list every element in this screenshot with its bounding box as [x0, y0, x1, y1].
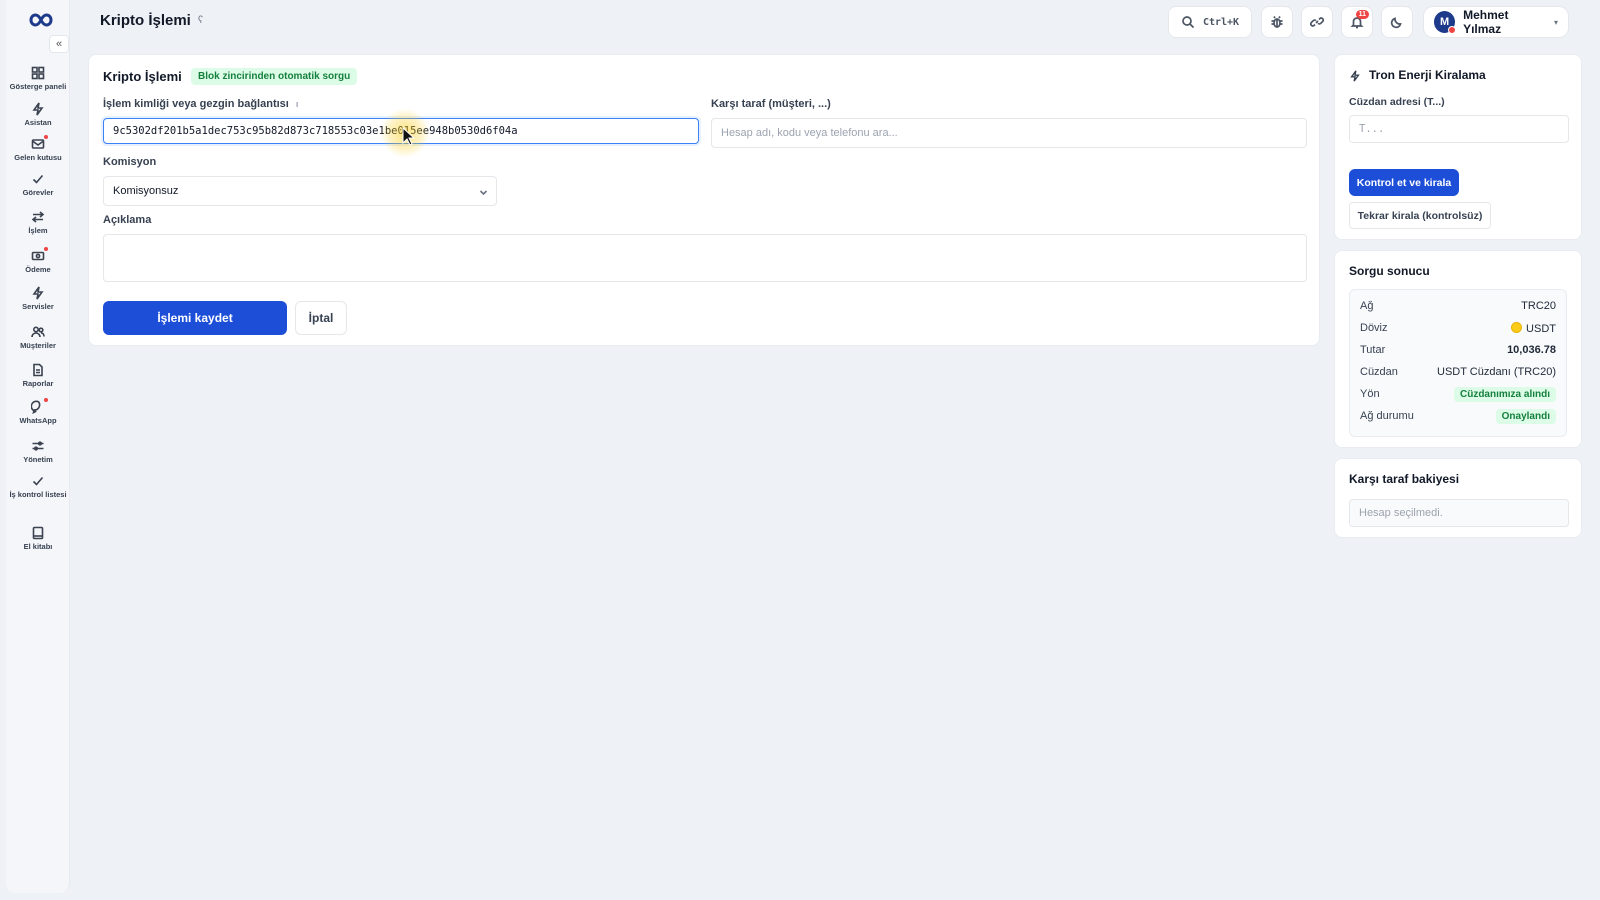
sidebar-item-label: Gelen kutusu: [14, 153, 62, 162]
bolt-icon: [31, 286, 45, 300]
wallet-address-input[interactable]: T...: [1349, 115, 1569, 143]
sidebar-item-dashboard[interactable]: Gösterge paneli: [6, 66, 70, 96]
search-shortcut: Ctrl+K: [1202, 16, 1240, 28]
tx-id-input[interactable]: 9c5302df201b5a1dec753c95b82d873c718553c0…: [103, 118, 699, 144]
chat-icon: [31, 398, 48, 414]
sidebar-item-inbox[interactable]: Gelen kutusu: [6, 135, 70, 167]
sidebar-item-reports[interactable]: Raporlar: [6, 363, 70, 393]
title-help-icon[interactable]: ʕ: [198, 15, 203, 26]
avatar: M: [1434, 11, 1457, 34]
theme-toggle-button[interactable]: [1381, 6, 1413, 38]
tron-energy-card: Tron Enerji Kiralama Cüzdan adresi (T...…: [1334, 54, 1582, 240]
sidebar-item-label: İş kontrol listesi: [9, 490, 67, 499]
sidebar-item-label: Yönetim: [23, 455, 53, 464]
sidebar-collapse-button[interactable]: «: [49, 35, 69, 53]
result-row-direction: Yön Cüzdanımıza alındı: [1360, 385, 1556, 403]
payment-icon: [31, 247, 48, 263]
book-icon: [31, 526, 45, 540]
sidebar-item-label: Görevler: [22, 188, 54, 197]
debug-button[interactable]: [1261, 6, 1293, 38]
moon-icon: [1390, 17, 1402, 29]
result-row-currency: Döviz USDT: [1360, 321, 1556, 335]
counterparty-balance-card: Karşı taraf bakiyesi Hesap seçilmedi.: [1334, 458, 1582, 538]
inbox-icon: [31, 135, 48, 151]
description-textarea[interactable]: [103, 234, 1307, 282]
search-icon: [1182, 16, 1195, 29]
sidebar-item-label: WhatsApp: [19, 416, 57, 425]
sidebar-item-label: Ödeme: [25, 265, 51, 274]
search-button[interactable]: Ctrl+K: [1168, 6, 1252, 38]
swap-icon: [31, 210, 45, 224]
result-row-amount: Tutar 10,036.78: [1360, 344, 1556, 356]
bolt-icon: [1349, 69, 1361, 83]
commission-selected-value: Komisyonsuz: [113, 185, 179, 197]
result-row-network-status: Ağ durumu Onaylandı: [1360, 407, 1556, 425]
wallet-address-label: Cüzdan adresi (T...): [1349, 96, 1445, 108]
notifications-count-badge: 11: [1355, 10, 1369, 19]
notifications-button[interactable]: 11: [1341, 6, 1373, 38]
infinity-logo-icon[interactable]: [23, 9, 55, 31]
save-transaction-button[interactable]: İşlemi kaydet: [103, 301, 287, 335]
sidebar-item-label: Raporlar: [22, 379, 54, 388]
page-title: Kripto İşlemi: [100, 12, 191, 29]
form-title: Kripto İşlemi: [103, 69, 182, 84]
balance-title: Karşı taraf bakiyesi: [1349, 472, 1460, 486]
commission-label: Komisyon: [103, 156, 157, 168]
chevron-down-icon: ▾: [1553, 17, 1558, 27]
counterparty-label: Karşı taraf (müşteri, ...): [711, 98, 831, 110]
status-badge: Cüzdanımıza alındı: [1453, 386, 1556, 402]
user-name: Mehmet Yılmaz: [1463, 8, 1509, 36]
sidebar-item-whatsapp[interactable]: WhatsApp: [6, 398, 70, 430]
commission-select[interactable]: Komisyonsuz: [103, 176, 497, 206]
sidebar-item-label: Asistan: [24, 118, 52, 127]
description-label: Açıklama: [103, 214, 152, 226]
sidebar-item-label: İşlem: [28, 226, 48, 235]
query-result-title: Sorgu sonucu: [1349, 264, 1430, 278]
link-icon: [1310, 17, 1324, 27]
info-icon[interactable]: ı: [296, 99, 299, 109]
crypto-transaction-form: Kripto İşlemi Blok zincirinden otomatik …: [88, 54, 1320, 346]
sidebar-item-services[interactable]: Servisler: [6, 286, 70, 316]
link-button[interactable]: [1301, 6, 1333, 38]
sidebar-item-label: Müşteriler: [20, 341, 56, 350]
check-icon: [31, 172, 45, 186]
sidebar-item-handbook[interactable]: El kitabı: [6, 526, 70, 556]
result-row-wallet: Cüzdan USDT Cüzdanı (TRC20): [1360, 366, 1556, 378]
counterparty-placeholder: Hesap adı, kodu veya telefonu ara...: [721, 127, 898, 139]
bolt-icon: [31, 102, 45, 116]
tx-id-label: İşlem kimliği veya gezgin bağlantısı ı: [103, 98, 299, 110]
sidebar-item-customers[interactable]: Müşteriler: [6, 325, 70, 355]
rerent-button[interactable]: Tekrar kirala (kontrolsüz): [1349, 202, 1491, 229]
balance-empty-state: Hesap seçilmedi.: [1349, 499, 1569, 527]
report-icon: [31, 363, 45, 377]
status-badge: Onaylandı: [1495, 408, 1556, 424]
sliders-icon: [31, 439, 45, 453]
result-row-network: Ağ TRC20: [1360, 300, 1556, 312]
cancel-button[interactable]: İptal: [295, 301, 347, 335]
sidebar-item-tasks[interactable]: Görevler: [6, 172, 70, 202]
sidebar-item-checklist[interactable]: İş kontrol listesi: [6, 474, 70, 504]
tron-title: Tron Enerji Kiralama: [1369, 68, 1486, 82]
check-icon: [31, 474, 45, 488]
usdt-coin-icon: [1511, 321, 1523, 333]
check-and-rent-button[interactable]: Kontrol et ve kirala: [1349, 169, 1459, 196]
sidebar-item-label: Gösterge paneli: [9, 82, 67, 91]
chevron-down-icon: [479, 188, 488, 197]
sidebar-item-assistant[interactable]: Asistan: [6, 102, 70, 132]
auto-query-badge: Blok zincirinden otomatik sorgu: [191, 68, 358, 85]
bug-icon: [1271, 16, 1283, 28]
query-result-list: Ağ TRC20 Döviz USDT Tutar 10,036.78 Cüzd…: [1349, 289, 1567, 437]
users-icon: [31, 325, 45, 339]
wallet-address-placeholder: T...: [1359, 123, 1385, 135]
sidebar-item-management[interactable]: Yönetim: [6, 439, 70, 469]
sidebar-item-label: El kitabı: [23, 542, 53, 551]
user-menu-button[interactable]: M Mehmet Yılmaz ▾: [1423, 6, 1569, 38]
dashboard-icon: [31, 66, 45, 80]
sidebar-item-transaction[interactable]: İşlem: [6, 210, 70, 240]
sidebar: « Gösterge paneli Asistan Gelen kutusu G…: [6, 0, 70, 893]
counterparty-search-input[interactable]: Hesap adı, kodu veya telefonu ara...: [711, 118, 1307, 148]
sidebar-item-label: Servisler: [22, 302, 54, 311]
sidebar-item-payment[interactable]: Ödeme: [6, 247, 70, 279]
